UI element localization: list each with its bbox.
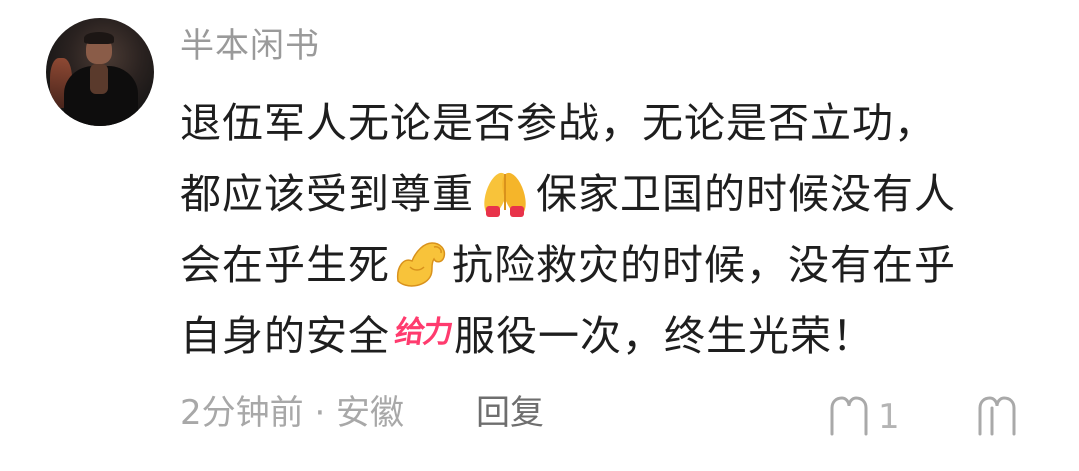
comment-text-segment: 服役一次，终生光荣！ [454, 312, 874, 360]
comment-text-segment: 退伍军人无论是否参战，无论是否立功， [180, 99, 936, 147]
comment-line: 都应该受到尊重 保家卫国的时候没有人 [180, 159, 1060, 230]
comment-line: 退伍军人无论是否参战，无论是否立功， [180, 88, 1060, 159]
comment-text-segment: 自身的安全 [180, 312, 390, 360]
pray-hands-emoji [484, 172, 526, 217]
reply-button[interactable]: 回复 [476, 390, 544, 436]
avatar-figure-hair [84, 32, 114, 44]
comment-count-button[interactable]: 1 [826, 392, 900, 442]
like-icon [978, 396, 1016, 436]
comment-text-segment: 会在乎生死 [180, 241, 390, 289]
avatar-figure-scarf [90, 64, 108, 94]
comment-bubble-icon [830, 396, 868, 436]
comment-count: 1 [878, 397, 900, 437]
comment-text-segment: 保家卫国的时候没有人 [536, 170, 956, 218]
username[interactable]: 半本闲书 [180, 26, 320, 66]
like-button[interactable] [974, 392, 1020, 442]
flexed-biceps-emoji [396, 242, 446, 287]
comment-text-segment: 抗险救灾的时候，没有在乎 [452, 241, 956, 289]
comment-text-segment: 都应该受到尊重 [180, 170, 474, 218]
comment-line: 自身的安全给力服役一次，终生光荣！ [180, 301, 1060, 376]
geili-sticker: 给力 [392, 315, 454, 350]
comment-line: 会在乎生死 抗险救灾的时候，没有在乎 [180, 230, 1060, 301]
comment-meta: 2分钟前 · 安徽 [180, 393, 405, 433]
avatar[interactable] [46, 18, 154, 126]
comment-text: 退伍军人无论是否参战，无论是否立功， 都应该受到尊重 保家卫国的时候没有人 会在… [180, 88, 1060, 376]
